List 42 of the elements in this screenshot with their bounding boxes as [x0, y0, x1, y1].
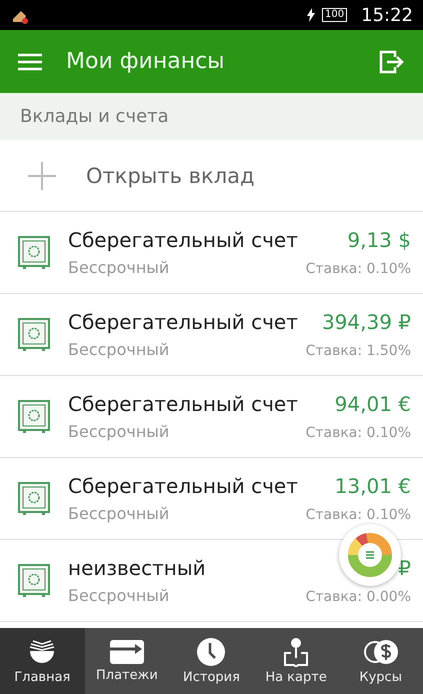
account-term: Бессрочный	[68, 340, 170, 359]
account-term: Бессрочный	[68, 422, 170, 441]
interest-rate: Ставка: 0.10%	[306, 507, 411, 523]
nav-tab[interactable]: История	[169, 628, 254, 694]
account-balance: 13,01 €	[334, 474, 411, 498]
clock-time: 15:22	[361, 4, 413, 26]
account-name: Сберегательный счет	[68, 392, 298, 416]
safe-icon	[18, 400, 50, 434]
donut-chart-icon	[347, 532, 393, 578]
open-deposit-button[interactable]: Открыть вклад	[0, 140, 423, 212]
nav-tab[interactable]: На карте	[254, 628, 338, 694]
battery-level: 100	[322, 8, 348, 22]
safe-icon	[18, 564, 50, 598]
interest-rate: Ставка: 1.50%	[306, 343, 411, 359]
interest-rate: Ставка: 0.00%	[306, 589, 411, 605]
account-balance: 9,13 $	[347, 228, 411, 252]
interest-rate: Ставка: 0.10%	[306, 425, 411, 441]
plus-icon	[28, 162, 56, 190]
account-name: неизвестный	[68, 556, 206, 580]
menu-icon[interactable]	[18, 52, 42, 70]
charging-icon	[306, 8, 316, 22]
safe-icon	[18, 482, 50, 516]
clock-icon	[196, 637, 226, 667]
account-name: Сберегательный счет	[68, 474, 298, 498]
safe-icon	[18, 236, 50, 270]
nav-tab[interactable]: Главная	[0, 628, 85, 694]
account-name: Сберегательный счет	[68, 228, 298, 252]
account-balance: 94,01 €	[334, 392, 411, 416]
section-title: Вклады и счета	[0, 93, 423, 140]
safe-icon	[18, 318, 50, 352]
nav-tab[interactable]: Курсы	[338, 628, 423, 694]
account-term: Бессрочный	[68, 258, 170, 277]
account-term: Бессрочный	[68, 504, 170, 523]
logout-icon[interactable]	[379, 50, 405, 74]
interest-rate: Ставка: 0.10%	[306, 261, 411, 277]
nav-tab[interactable]: Платежи	[84, 628, 170, 694]
currency-icon	[362, 637, 399, 667]
account-name: Сберегательный счет	[68, 310, 298, 334]
account-term: Бессрочный	[68, 586, 170, 605]
screen-title: Мои финансы	[66, 49, 226, 74]
account-balance: 394,39 ₽	[322, 310, 411, 334]
account-balance: ₽	[398, 556, 411, 580]
